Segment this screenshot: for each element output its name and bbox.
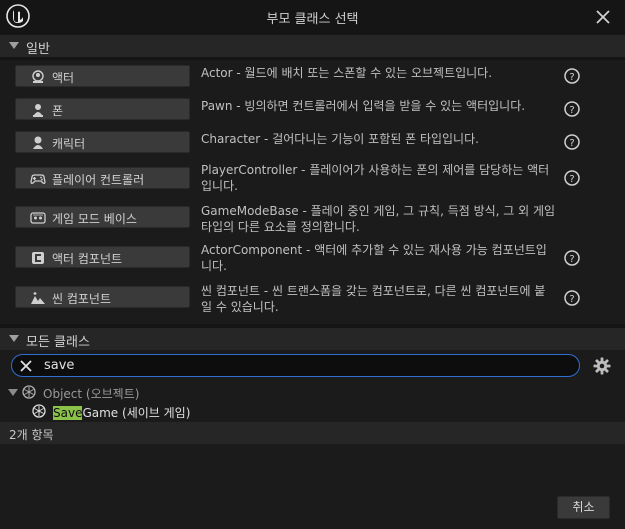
close-icon[interactable] bbox=[595, 9, 611, 25]
tree-row-savegame[interactable]: SaveGame (세이브 게임) bbox=[0, 401, 625, 421]
help-icon[interactable]: ? bbox=[564, 101, 580, 117]
search-row bbox=[0, 350, 625, 382]
help-icon[interactable]: ? bbox=[564, 250, 580, 266]
actor-component-class-button[interactable]: 액터 컴포넌트 bbox=[15, 246, 190, 268]
pawn-class-button[interactable]: 폰 bbox=[15, 98, 190, 120]
class-button-label: 액터 bbox=[52, 71, 75, 85]
tree-item-label: SaveGame (세이브 게임) bbox=[53, 404, 190, 421]
help-icon[interactable]: ? bbox=[564, 170, 580, 186]
actor-icon bbox=[32, 70, 44, 83]
gear-icon[interactable] bbox=[593, 357, 611, 375]
svg-text:?: ? bbox=[569, 294, 574, 305]
svg-text:?: ? bbox=[569, 105, 574, 116]
dialog-title: 부모 클래스 선택 bbox=[266, 12, 359, 27]
object-class-icon bbox=[22, 385, 36, 399]
game-mode-base-class-button[interactable]: 게임 모드 베이스 bbox=[15, 206, 190, 228]
item-count: 2개 항목 bbox=[9, 428, 54, 442]
tree-item-label: Object (오브젝트) bbox=[43, 387, 140, 401]
class-tree: Object (오브젝트) SaveGame (세이브 게임) bbox=[0, 382, 625, 422]
class-description: GameModeBase - 플레이 중인 게임, 그 규칙, 득점 방식, 그… bbox=[201, 204, 556, 234]
class-description: Pawn - 빙의하면 컨트롤러에서 입력을 받을 수 있는 액터입니다. bbox=[201, 99, 526, 113]
all-classes-section-label: 모든 클래스 bbox=[26, 335, 90, 350]
actor-class-button[interactable]: 액터 bbox=[15, 65, 190, 87]
footer-area bbox=[0, 444, 625, 529]
svg-text:?: ? bbox=[569, 174, 574, 185]
game-mode-icon bbox=[30, 212, 46, 224]
help-icon[interactable]: ? bbox=[564, 134, 580, 150]
class-button-label: 폰 bbox=[52, 104, 64, 118]
class-description: 씬 컴포넌트 - 씬 트랜스폼을 갖는 컴포넌트로, 다른 씬 컴포넌트에 붙일… bbox=[201, 284, 546, 314]
class-button-label: 캐릭터 bbox=[52, 137, 86, 151]
search-box bbox=[11, 354, 580, 377]
expand-arrow-icon[interactable] bbox=[8, 389, 18, 396]
item-count-bar: 2개 항목 bbox=[0, 422, 625, 444]
tree-row-object[interactable]: Object (오브젝트) bbox=[0, 382, 625, 402]
savegame-class-icon bbox=[32, 404, 46, 418]
help-icon[interactable]: ? bbox=[564, 68, 580, 84]
all-classes-section-header[interactable]: 모든 클래스 bbox=[0, 328, 625, 350]
character-class-button[interactable]: 캐릭터 bbox=[15, 131, 190, 153]
common-section-header[interactable]: 일반 bbox=[0, 35, 625, 57]
tree-item-label-rest: Game (세이브 게임) bbox=[82, 406, 191, 420]
actor-component-icon bbox=[32, 252, 44, 264]
pawn-icon bbox=[33, 104, 43, 117]
collapse-arrow-icon bbox=[9, 335, 19, 342]
svg-text:?: ? bbox=[569, 72, 574, 83]
gamepad-icon bbox=[30, 174, 46, 184]
scene-component-icon bbox=[31, 292, 45, 304]
class-description: Actor - 월드에 배치 또는 스폰할 수 있는 오브젝트입니다. bbox=[201, 66, 493, 80]
clear-search-icon[interactable] bbox=[18, 358, 34, 374]
player-controller-class-button[interactable]: 플레이어 컨트롤러 bbox=[15, 167, 190, 189]
common-section-label: 일반 bbox=[26, 42, 50, 57]
class-button-label: 게임 모드 베이스 bbox=[52, 212, 137, 226]
title-bar: 부모 클래스 선택 bbox=[0, 0, 625, 34]
search-highlight: Save bbox=[53, 406, 83, 420]
scene-component-class-button[interactable]: 씬 컴포넌트 bbox=[15, 286, 190, 308]
search-input[interactable] bbox=[44, 357, 564, 374]
class-button-label: 액터 컴포넌트 bbox=[52, 252, 123, 266]
class-button-label: 플레이어 컨트롤러 bbox=[52, 173, 145, 187]
class-description: ActorComponent - 액터에 추가할 수 있는 재사용 가능 컴포넌… bbox=[201, 243, 547, 273]
class-description: PlayerController - 플레이어가 사용하는 폰의 제어를 담당하… bbox=[201, 163, 550, 193]
class-button-label: 씬 컴포넌트 bbox=[52, 292, 112, 306]
character-icon bbox=[33, 136, 43, 149]
class-description: Character - 걸어다니는 기능이 포함된 폰 타입입니다. bbox=[201, 132, 479, 146]
svg-text:?: ? bbox=[569, 138, 574, 149]
cancel-button[interactable]: 취소 bbox=[557, 496, 610, 519]
help-icon[interactable]: ? bbox=[564, 290, 580, 306]
svg-text:?: ? bbox=[569, 254, 574, 265]
collapse-arrow-icon bbox=[9, 42, 19, 49]
